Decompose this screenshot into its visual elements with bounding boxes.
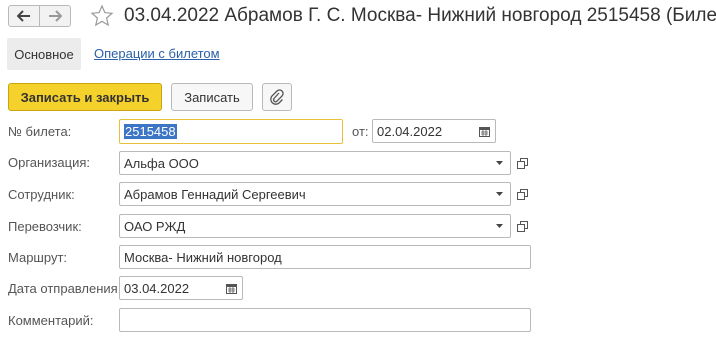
departure-date-value: 03.04.2022 <box>124 280 190 296</box>
arrow-left-icon <box>17 10 30 22</box>
ticket-number-label: № билета: <box>8 124 72 139</box>
comment-label: Комментарий: <box>8 313 94 328</box>
save-button[interactable]: Записать <box>171 83 253 111</box>
employee-select[interactable]: Абрамов Геннадий Сергеевич <box>119 182 511 206</box>
carrier-open-button[interactable] <box>513 215 531 237</box>
open-window-icon <box>516 157 528 169</box>
employee-dropdown-button[interactable] <box>490 185 508 203</box>
attach-button[interactable] <box>262 83 292 111</box>
organization-select[interactable]: Альфа ООО <box>119 151 511 175</box>
carrier-value: ОАО РЖД <box>124 218 186 234</box>
calendar-button[interactable] <box>473 120 495 142</box>
comment-input[interactable] <box>119 308 531 332</box>
save-and-close-button[interactable]: Записать и закрыть <box>8 83 162 111</box>
departure-date-label: Дата отправления: <box>8 281 122 296</box>
carrier-label: Перевозчик: <box>8 219 82 234</box>
arrow-right-icon <box>49 10 62 22</box>
calendar-icon <box>225 283 237 294</box>
employee-open-button[interactable] <box>513 183 531 205</box>
forward-button[interactable] <box>39 5 71 27</box>
carrier-select[interactable]: ОАО РЖД <box>119 214 511 238</box>
ticket-number-input[interactable]: 2515458 <box>119 119 343 144</box>
calendar-icon <box>478 126 490 137</box>
carrier-dropdown-button[interactable] <box>490 217 508 235</box>
route-label: Маршрут: <box>8 250 68 265</box>
date-from-input[interactable]: 02.04.2022 <box>372 119 496 143</box>
route-value: Москва- Нижний новгород <box>124 249 282 265</box>
tab-main[interactable]: Основное <box>7 38 81 70</box>
route-input[interactable]: Москва- Нижний новгород <box>119 245 531 269</box>
date-from-label: от: <box>352 124 369 139</box>
page-title: 03.04.2022 Абрамов Г. С. Москва- Нижний … <box>124 5 716 26</box>
departure-date-input[interactable]: 03.04.2022 <box>119 276 243 300</box>
organization-value: Альфа ООО <box>124 155 199 171</box>
chevron-down-icon <box>495 161 503 165</box>
chevron-down-icon <box>495 192 503 196</box>
tab-ticket-operations[interactable]: Операции с билетом <box>94 46 220 61</box>
favorite-button[interactable] <box>90 4 114 28</box>
open-window-icon <box>516 188 528 200</box>
employee-label: Сотрудник: <box>8 187 75 202</box>
date-from-value: 02.04.2022 <box>377 123 443 139</box>
back-button[interactable] <box>8 5 40 27</box>
open-window-icon <box>516 220 528 232</box>
calendar-button[interactable] <box>220 277 242 299</box>
star-icon <box>90 4 114 27</box>
organization-label: Организация: <box>8 155 91 170</box>
organization-open-button[interactable] <box>513 152 531 174</box>
paperclip-icon <box>270 89 284 105</box>
employee-value: Абрамов Геннадий Сергеевич <box>124 186 306 202</box>
ticket-number-value: 2515458 <box>124 124 177 139</box>
organization-dropdown-button[interactable] <box>490 154 508 172</box>
chevron-down-icon <box>495 224 503 228</box>
